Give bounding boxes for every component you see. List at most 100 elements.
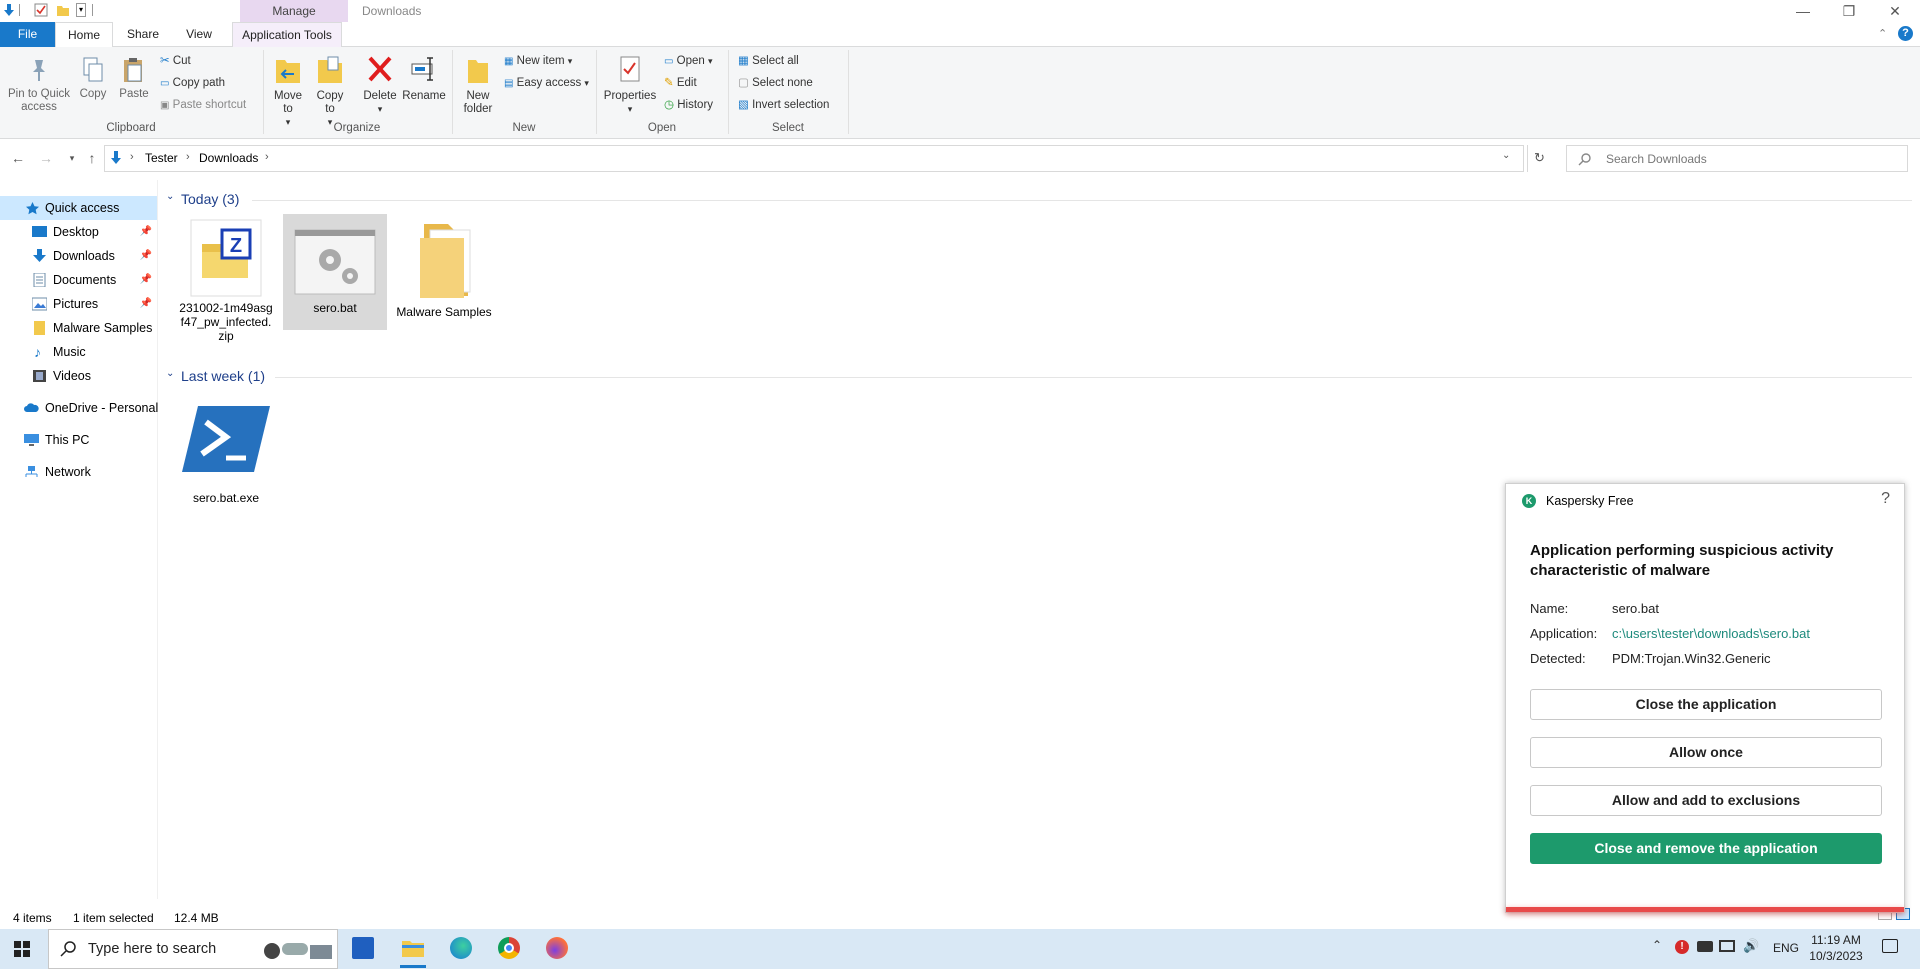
powershell-icon [182, 406, 270, 472]
group-divider [252, 200, 1912, 201]
address-history-dropdown[interactable]: ⌄ [1502, 150, 1510, 161]
allow-once-button[interactable]: Allow once [1530, 737, 1882, 768]
address-bar[interactable] [104, 145, 1524, 172]
select-all-button[interactable]: ▦ Select all [738, 51, 799, 71]
volume-tray-icon[interactable]: 🔊 [1743, 938, 1759, 954]
active-app-indicator [400, 965, 426, 968]
cut-button[interactable]: ✂ Cut [160, 51, 191, 71]
select-none-button[interactable]: ▢ Select none [738, 73, 813, 93]
delete-button[interactable]: Delete ▾ [360, 54, 400, 116]
store-app-icon[interactable] [352, 937, 374, 959]
up-button[interactable]: ↑ [82, 148, 102, 168]
kaspersky-alert-dialog: K Kaspersky Free ? Application performin… [1505, 483, 1905, 913]
new-item-button[interactable]: ▦ New item ▾ [504, 51, 572, 71]
battery-tray-icon[interactable] [1697, 941, 1713, 952]
network-tray-icon[interactable] [1719, 940, 1735, 952]
breadcrumb-downloads[interactable]: Downloads [199, 151, 258, 165]
notifications-icon[interactable] [1882, 939, 1898, 953]
kaspersky-help-button[interactable]: ? [1881, 490, 1890, 508]
properties-button[interactable]: Properties ▾ [602, 54, 658, 116]
taskbar-clock[interactable]: 11:19 AM 10/3/2023 [1808, 932, 1864, 964]
name-label: Name: [1530, 601, 1569, 616]
sidebar-item-malware-samples[interactable]: Malware Samples [0, 316, 158, 340]
tab-home[interactable]: Home [55, 22, 113, 48]
firefox-browser-icon[interactable] [546, 937, 568, 959]
move-to-button[interactable]: Move to ▾ [270, 54, 306, 129]
tab-share[interactable]: Share [118, 22, 168, 47]
pin-icon[interactable]: 📌 [140, 292, 152, 316]
downloads-arrow-icon [111, 151, 121, 164]
history-button[interactable]: ◷ History [664, 95, 713, 115]
group-header-last-week[interactable]: Last week (1) [181, 368, 265, 384]
tab-file[interactable]: File [0, 22, 55, 47]
copy-to-button[interactable]: Copy to ▾ [312, 54, 348, 129]
application-path-link[interactable]: c:\users\tester\downloads\sero.bat [1612, 626, 1810, 641]
sidebar-item-music[interactable]: ♪ Music [0, 340, 158, 364]
minimize-button[interactable]: — [1780, 0, 1826, 22]
copy-path-button[interactable]: ▭ Copy path [160, 73, 225, 93]
pin-icon[interactable]: 📌 [140, 244, 152, 268]
sidebar-item-onedrive[interactable]: OneDrive - Personal [0, 396, 158, 420]
help-icon[interactable]: ? [1898, 26, 1913, 41]
chrome-browser-icon[interactable] [498, 937, 520, 959]
qa-customize-dropdown[interactable]: ▾ [76, 3, 86, 17]
file-item-zip[interactable]: Z 231002-1m49asgf47_pw_infected.zip [178, 216, 274, 356]
new-folder-icon[interactable] [56, 3, 70, 17]
sidebar-item-quick-access[interactable]: Quick access [0, 196, 157, 220]
input-language[interactable]: ENG [1773, 941, 1799, 955]
videos-icon [33, 370, 46, 382]
sidebar-item-this-pc[interactable]: This PC [0, 428, 158, 452]
sidebar-label: Pictures [53, 297, 99, 311]
windows-start-icon[interactable] [14, 941, 30, 957]
file-item-sero-bat[interactable]: sero.bat [283, 214, 387, 330]
detected-value: PDM:Trojan.Win32.Generic [1612, 651, 1771, 666]
sidebar-item-network[interactable]: Network [0, 460, 158, 484]
close-remove-application-button[interactable]: Close and remove the application [1530, 833, 1882, 864]
easy-access-label: Easy access [516, 77, 582, 89]
refresh-icon[interactable]: ↻ [1534, 150, 1545, 166]
restore-button[interactable]: ❐ [1826, 0, 1872, 22]
collapse-ribbon-icon[interactable]: ⌃ [1878, 27, 1887, 40]
sidebar-item-pictures[interactable]: Pictures 📌 [0, 292, 158, 316]
invert-selection-button[interactable]: ▧ Invert selection [738, 95, 829, 115]
group-collapse-icon[interactable]: ⌄ [166, 368, 174, 379]
status-size: 12.4 MB [174, 911, 219, 925]
copy-button[interactable]: Copy [76, 56, 110, 101]
file-explorer-taskbar-button[interactable] [400, 937, 426, 959]
computer-icon [24, 434, 39, 446]
group-header-today[interactable]: Today (3) [181, 191, 239, 207]
paste-button[interactable]: Paste [116, 56, 152, 101]
close-application-button[interactable]: Close the application [1530, 689, 1882, 720]
tab-application-tools[interactable]: Application Tools [232, 22, 342, 47]
sidebar-label: Network [45, 465, 91, 479]
new-folder-label: New folder [463, 90, 493, 115]
breadcrumb-tester[interactable]: Tester [145, 151, 178, 165]
new-folder-button[interactable]: New folder [458, 54, 498, 116]
edit-button[interactable]: ✎ Edit [664, 73, 697, 93]
sidebar-item-documents[interactable]: Documents 📌 [0, 268, 158, 292]
kaspersky-logo-icon: K [1522, 494, 1536, 508]
sidebar-item-downloads[interactable]: Downloads 📌 [0, 244, 158, 268]
pin-icon[interactable]: 📌 [140, 268, 152, 292]
sidebar-item-videos[interactable]: Videos [0, 364, 158, 388]
open-button[interactable]: ▭ Open ▾ [664, 51, 713, 71]
back-button[interactable]: ← [8, 148, 28, 168]
tab-view[interactable]: View [174, 22, 224, 47]
edge-browser-icon[interactable] [450, 937, 472, 959]
paste-shortcut-button[interactable]: ▣ Paste shortcut [160, 95, 246, 115]
properties-check-icon[interactable] [34, 3, 48, 17]
rename-button[interactable]: Rename [402, 54, 446, 103]
close-window-button[interactable]: ✕ [1872, 0, 1918, 22]
file-item-sero-bat-exe[interactable]: sero.bat.exe [178, 402, 274, 512]
file-item-malware-samples-folder[interactable]: Malware Samples [396, 216, 492, 332]
group-collapse-icon[interactable]: ⌄ [166, 191, 174, 202]
security-alert-tray-icon[interactable]: ! [1675, 940, 1689, 954]
forward-button[interactable]: → [36, 148, 56, 168]
easy-access-button[interactable]: ▤ Easy access ▾ [504, 73, 589, 93]
show-hidden-icons-chevron[interactable]: ⌃ [1652, 938, 1662, 952]
recent-locations-dropdown[interactable]: ▾ [62, 148, 82, 168]
pin-quick-access-button[interactable]: Pin to Quick access [6, 56, 72, 114]
sidebar-item-desktop[interactable]: Desktop 📌 [0, 220, 158, 244]
allow-add-exclusions-button[interactable]: Allow and add to exclusions [1530, 785, 1882, 816]
pin-icon[interactable]: 📌 [140, 220, 152, 244]
